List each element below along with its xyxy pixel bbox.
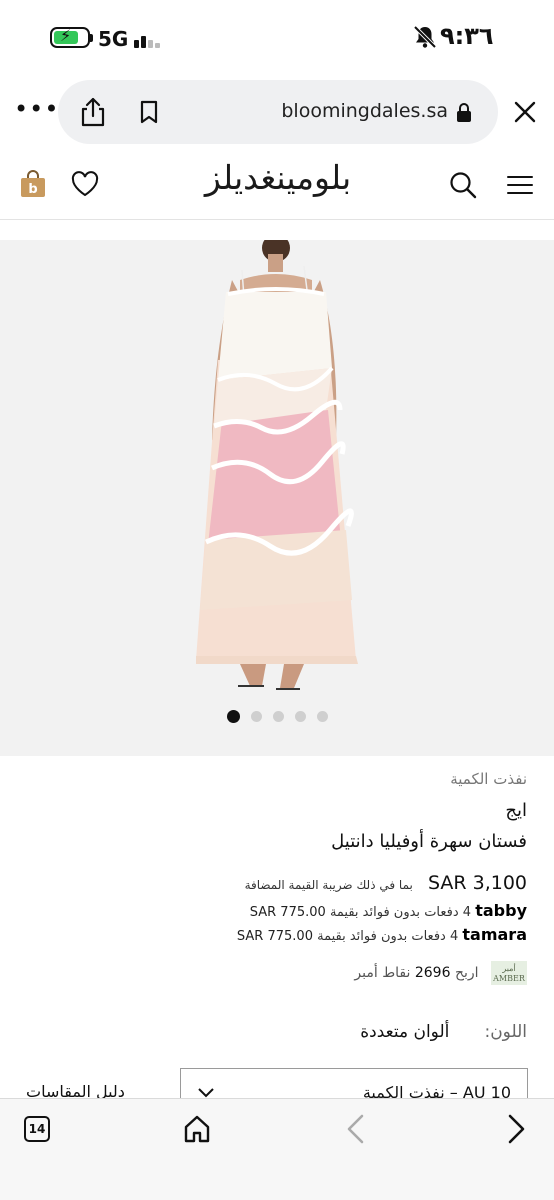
silent-bell-icon xyxy=(413,25,437,49)
url-domain[interactable]: bloomingdales.sa xyxy=(264,100,448,122)
close-icon[interactable] xyxy=(512,99,538,125)
color-label: اللون: xyxy=(484,1022,527,1042)
menu-icon[interactable] xyxy=(506,174,534,196)
carousel-dots xyxy=(225,710,335,725)
battery-icon: ⚡ xyxy=(50,26,90,48)
site-logo[interactable]: بلومينغديلز xyxy=(168,158,388,208)
product-brand[interactable]: ايج xyxy=(505,800,527,821)
bag-icon[interactable]: b xyxy=(20,170,46,198)
price-row: SAR 3,100 بما في ذلك ضريبة القيمة المضاف… xyxy=(245,872,527,894)
network-label: 5G xyxy=(98,27,129,51)
product-image[interactable] xyxy=(0,240,554,756)
battery-cap xyxy=(90,34,93,42)
tabby-logo: tabby xyxy=(475,901,527,920)
tamara-logo: tamara xyxy=(462,925,527,944)
svg-text:b: b xyxy=(28,182,37,197)
amber-rewards: أمبر AMBER اربح 2696 نقاط أمبر xyxy=(354,961,527,985)
forward-icon[interactable] xyxy=(504,1113,528,1145)
rewards-prefix: اربح xyxy=(454,965,479,981)
home-icon[interactable] xyxy=(182,1114,212,1144)
carousel-dot[interactable] xyxy=(251,711,262,722)
share-icon[interactable] xyxy=(78,96,108,128)
browser-url-bar: ••• bloomingdales.sa xyxy=(0,78,554,148)
clock: ٩:٣٦ xyxy=(440,22,494,50)
carousel-dot[interactable] xyxy=(295,711,306,722)
tamara-text: 4 دفعات بدون فوائد بقيمة xyxy=(317,929,459,944)
stock-status: نفذت الكمية xyxy=(450,770,527,788)
heart-icon[interactable] xyxy=(70,170,100,198)
product-price: SAR 3,100 xyxy=(427,872,527,894)
carousel-dot[interactable] xyxy=(227,710,240,723)
more-icon[interactable]: ••• xyxy=(14,97,58,125)
rewards-points: 2696 xyxy=(414,965,451,981)
address-field[interactable]: bloomingdales.sa xyxy=(58,80,498,144)
amber-logo: أمبر AMBER xyxy=(491,961,527,985)
tamara-installment[interactable]: tamara 4 دفعات بدون فوائد بقيمة SAR 775.… xyxy=(237,925,527,944)
dress-photo xyxy=(196,240,358,690)
tabby-text: 4 دفعات بدون فوائد بقيمة xyxy=(329,905,472,920)
bookmark-icon[interactable] xyxy=(138,100,160,124)
carousel-dot[interactable] xyxy=(317,711,328,722)
product-name: فستان سهرة أوفيليا دانتيل xyxy=(331,831,527,852)
signal-icon xyxy=(134,30,164,48)
rewards-suffix: نقاط أمبر xyxy=(354,965,411,981)
lock-icon xyxy=(457,103,471,122)
tabby-amount: SAR 775.00 xyxy=(249,905,326,920)
browser-toolbar: 14 xyxy=(0,1098,554,1200)
carousel-dot[interactable] xyxy=(273,711,284,722)
vat-note: بما في ذلك ضريبة القيمة المضافة xyxy=(244,878,413,892)
status-bar: ⚡ 5G ٩:٣٦ xyxy=(0,0,554,72)
search-icon[interactable] xyxy=(448,170,478,200)
color-row: اللون: ألوان متعددة xyxy=(360,1022,527,1042)
tabby-installment[interactable]: tabby 4 دفعات بدون فوائد بقيمة SAR 775.0… xyxy=(250,901,527,920)
tamara-amount: SAR 775.00 xyxy=(236,929,313,944)
color-value: ألوان متعددة xyxy=(360,1022,450,1042)
tabs-button[interactable]: 14 xyxy=(24,1116,50,1142)
back-icon[interactable] xyxy=(344,1113,368,1145)
site-header: b بلومينغديلز xyxy=(0,150,554,220)
